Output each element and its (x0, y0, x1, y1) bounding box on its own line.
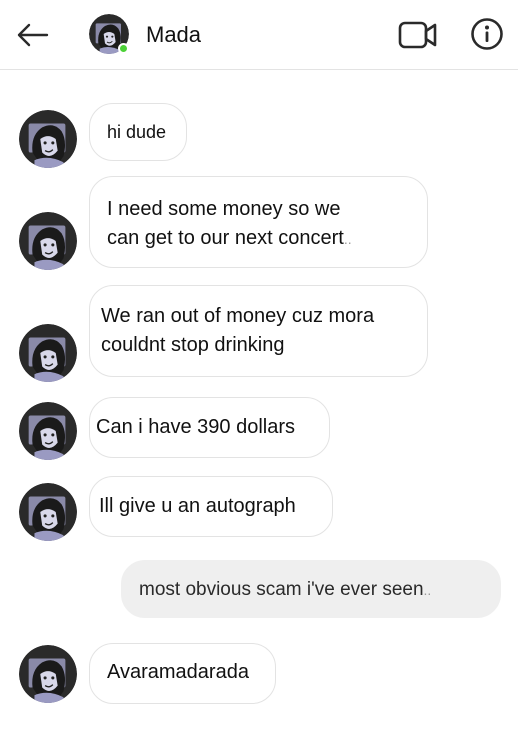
message-text: most obvious scam i've ever seen (139, 579, 424, 600)
message-bubble[interactable]: hi dude (89, 103, 187, 161)
back-arrow-icon[interactable] (14, 20, 50, 50)
contact-name[interactable]: Mada (146, 22, 201, 48)
online-status-indicator (118, 43, 129, 54)
message-text-line: couldnt stop drinking (101, 334, 285, 356)
video-call-icon[interactable] (398, 19, 438, 51)
sender-avatar[interactable] (19, 212, 77, 270)
message-text-line: can get to our next concert (107, 227, 344, 249)
sender-avatar[interactable] (19, 483, 77, 541)
own-message-bubble[interactable]: most obvious scam i've ever seen.. (121, 560, 501, 618)
info-icon[interactable] (470, 17, 504, 51)
sender-avatar[interactable] (19, 402, 77, 460)
sender-avatar[interactable] (19, 110, 77, 168)
message-text: Avaramadarada (107, 661, 249, 683)
message-text: Can i have 390 dollars (96, 416, 296, 438)
chat-header: Mada (0, 0, 518, 70)
message-bubble[interactable]: Can i have 390 dollars (89, 397, 330, 458)
sender-avatar[interactable] (19, 645, 77, 703)
message-text-line: I need some money so we (107, 198, 341, 220)
message-text-line: We ran out of money cuz mora (101, 305, 375, 327)
message-trailing-dots: .. (343, 231, 352, 247)
sender-avatar[interactable] (19, 324, 77, 382)
message-text: Ill give u an autograph (99, 495, 296, 517)
message-trailing-dots: .. (423, 582, 432, 598)
message-bubble[interactable]: Ill give u an autograph (89, 476, 333, 537)
message-bubble[interactable]: We ran out of money cuz mora couldnt sto… (89, 285, 428, 377)
message-bubble[interactable]: Avaramadarada (89, 643, 276, 704)
message-text: hi dude (107, 122, 167, 142)
message-bubble[interactable]: I need some money so we can get to our n… (89, 176, 428, 268)
